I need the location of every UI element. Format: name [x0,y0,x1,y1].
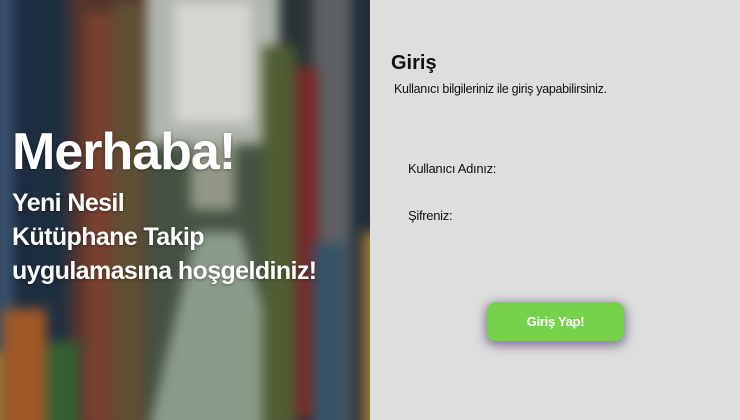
welcome-title: Merhaba! [12,123,236,181]
login-panel: Giriş Kullanıcı bilgileriniz ile giriş y… [370,0,740,420]
username-label: Kullanıcı Adınız: [408,161,497,176]
password-label: Şifreniz: [408,208,453,223]
username-input[interactable] [510,157,708,179]
login-subtitle: Kullanıcı bilgileriniz ile giriş yapabil… [394,82,607,96]
login-button[interactable]: Giriş Yap! [487,302,624,341]
welcome-subtitle: Yeni Nesil Kütüphane Takip uygulamasına … [12,186,370,288]
welcome-subtitle-line: uygulamasına hoşgeldiniz! [12,257,317,285]
welcome-panel: Merhaba! Yeni Nesil Kütüphane Takip uygu… [0,0,370,420]
welcome-subtitle-line: Yeni Nesil [12,189,125,217]
password-input[interactable] [510,204,708,226]
welcome-subtitle-line: Kütüphane Takip [12,223,205,251]
login-title: Giriş [391,52,437,74]
